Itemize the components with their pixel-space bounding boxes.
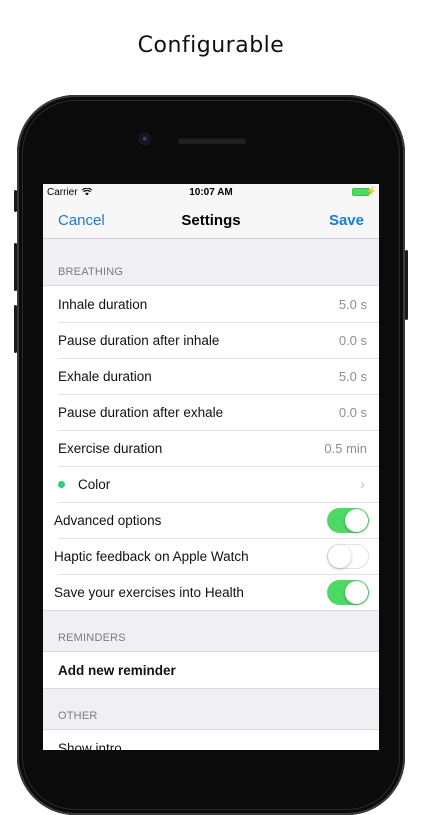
toggle-knob (345, 508, 368, 532)
volume-down-button (14, 305, 17, 353)
save-button[interactable]: Save (329, 212, 364, 229)
inhale-duration-row[interactable]: Inhale duration 5.0 s (43, 286, 379, 322)
app-screen: Carrier 10:07 AM ⚡ Cancel Settings Save … (43, 184, 379, 750)
speaker-grille (177, 137, 247, 144)
add-new-reminder-row[interactable]: Add new reminder (43, 652, 379, 688)
row-label: Inhale duration (58, 296, 148, 312)
row-label: Pause duration after exhale (58, 404, 224, 420)
section-header-label: BREATHING (58, 266, 124, 278)
charging-bolt-icon: ⚡ (365, 186, 377, 196)
chevron-right-icon: › (360, 475, 365, 493)
pause-after-exhale-row[interactable]: Pause duration after exhale 0.0 s (43, 394, 379, 430)
row-label: Show intro (58, 740, 122, 751)
exhale-duration-row[interactable]: Exhale duration 5.0 s (43, 358, 379, 394)
show-intro-row[interactable]: Show intro (43, 730, 379, 751)
row-value: 0.0 s (338, 332, 367, 348)
exercise-duration-row[interactable]: Exercise duration 0.5 min (43, 430, 379, 466)
pause-after-inhale-row[interactable]: Pause duration after inhale 0.0 s (43, 322, 379, 358)
toggle-knob (328, 544, 351, 568)
status-bar: Carrier 10:07 AM ⚡ (43, 184, 379, 202)
other-group: Show intro (43, 729, 379, 750)
section-header-label: REMINDERS (58, 632, 126, 644)
row-value: 5.0 s (338, 296, 367, 312)
section-header-label: OTHER (58, 710, 98, 722)
toggle-knob (345, 580, 368, 604)
row-value: 0.5 min (324, 440, 367, 456)
section-header-other: OTHER (43, 689, 379, 729)
volume-up-button (14, 243, 17, 291)
power-button (405, 250, 408, 320)
mute-switch (14, 190, 17, 212)
color-row[interactable]: Color › (43, 466, 379, 502)
advanced-options-toggle[interactable] (327, 507, 369, 533)
row-label: Haptic feedback on Apple Watch (54, 548, 249, 564)
color-swatch-icon (58, 480, 65, 488)
advanced-options-row: Advanced options (43, 502, 379, 538)
save-to-health-row: Save your exercises into Health (43, 574, 379, 610)
row-label: Advanced options (54, 512, 162, 528)
row-label: Add new reminder (58, 662, 176, 678)
save-to-health-toggle[interactable] (327, 579, 369, 605)
promo-headline: Configurable (137, 33, 285, 58)
navigation-bar: Cancel Settings Save (43, 202, 379, 239)
haptic-feedback-row: Haptic feedback on Apple Watch (43, 538, 379, 574)
section-header-reminders: REMINDERS (43, 611, 379, 651)
haptic-feedback-toggle[interactable] (327, 543, 369, 569)
reminders-group: Add new reminder (43, 651, 379, 689)
row-value: 0.0 s (338, 404, 367, 420)
row-label: Save your exercises into Health (54, 584, 244, 600)
row-label: Color (78, 476, 111, 492)
breathing-group: Inhale duration 5.0 s Pause duration aft… (43, 285, 379, 611)
status-time: 10:07 AM (189, 187, 233, 198)
row-label: Exercise duration (58, 440, 163, 456)
section-header-breathing: BREATHING (43, 239, 379, 285)
row-label: Pause duration after inhale (58, 332, 220, 348)
row-label: Exhale duration (58, 368, 152, 384)
row-value: 5.0 s (338, 368, 367, 384)
front-camera-icon (140, 134, 150, 144)
